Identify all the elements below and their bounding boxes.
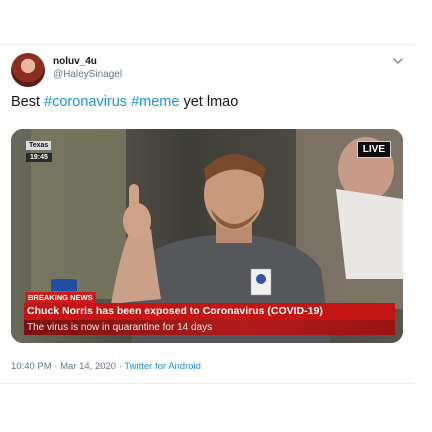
news-subheadline: The virus is now in quarantine for 14 da… (24, 320, 395, 335)
tweet-meta: 10:40 PM · Mar 14, 2020 · Twitter for An… (11, 361, 201, 372)
tweet-source-link[interactable]: Twitter for Android (124, 361, 201, 372)
tweet-card: noluv_4u @HaleySinagel Best #coronavirus… (0, 44, 414, 384)
news-headline: Chuck Norris has been exposed to Coronav… (24, 303, 395, 320)
hashtag-coronavirus[interactable]: #coronavirus (44, 94, 127, 110)
tweet-media-image[interactable]: Texas 19:45 LIVE BREAKING NEWS Chuck Nor… (11, 129, 403, 343)
chevron-down-icon[interactable] (391, 54, 405, 68)
tweet-text: Best #coronavirus #meme yet lmao (11, 94, 238, 110)
tweet-text-end: yet lmao (179, 94, 239, 110)
user-handle[interactable]: @HaleySinagel (53, 69, 122, 80)
live-badge: LIVE (356, 141, 391, 158)
display-name[interactable]: noluv_4u (53, 56, 97, 67)
broadcast-time: 19:45 (26, 153, 52, 162)
tweet-timestamp[interactable]: 10:40 PM · Mar 14, 2020 (11, 361, 116, 372)
location-tag: Texas (26, 141, 52, 150)
hashtag-meme[interactable]: #meme (131, 94, 179, 110)
avatar[interactable] (11, 53, 45, 87)
breaking-news-label: BREAKING NEWS (25, 292, 96, 303)
tweet-text-start: Best (11, 94, 45, 110)
